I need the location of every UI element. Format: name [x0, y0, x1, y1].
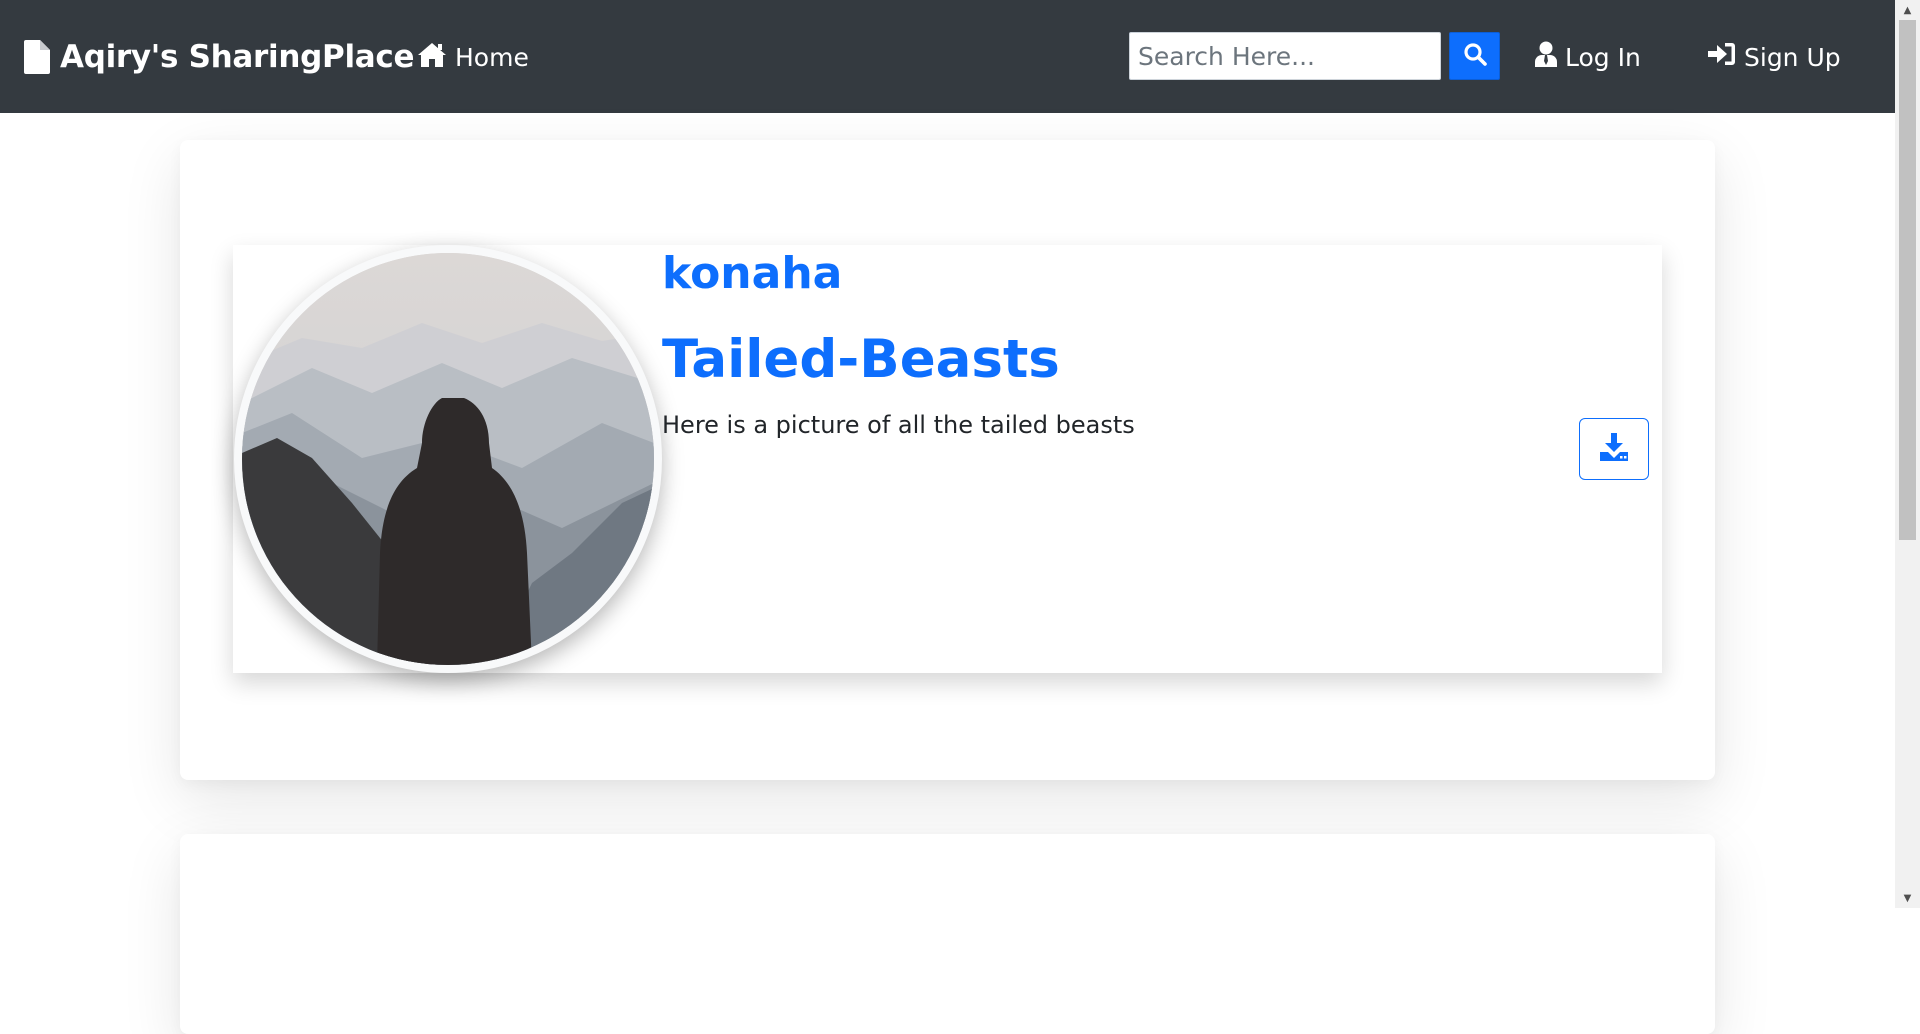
post-title[interactable]: Tailed-Beasts: [662, 325, 1060, 395]
scroll-up-arrow-icon[interactable]: ▲: [1895, 0, 1920, 20]
user-icon: [1535, 41, 1557, 73]
profile-avatar: [234, 245, 662, 673]
file-icon: [24, 40, 50, 74]
search-input[interactable]: [1129, 32, 1441, 80]
brand-link[interactable]: Aqiry's SharingPlace: [24, 34, 415, 80]
download-button[interactable]: [1579, 418, 1649, 480]
post-description: Here is a picture of all the tailed beas…: [662, 411, 1135, 439]
next-post-card: [180, 834, 1715, 1034]
post-username[interactable]: konaha: [662, 245, 842, 303]
scroll-thumb[interactable]: [1899, 20, 1916, 540]
home-label: Home: [455, 42, 529, 72]
search-icon: [1463, 42, 1487, 70]
sign-in-icon: [1708, 42, 1736, 72]
search-button[interactable]: [1449, 32, 1500, 80]
scroll-down-arrow-icon[interactable]: ▼: [1895, 888, 1920, 908]
signup-label: Sign Up: [1744, 42, 1841, 72]
home-icon: [417, 41, 447, 73]
download-icon: [1600, 433, 1628, 465]
navbar: Aqiry's SharingPlace Home Log In: [0, 0, 1895, 113]
login-label: Log In: [1565, 42, 1641, 72]
login-link[interactable]: Log In: [1535, 38, 1641, 76]
brand-text: Aqiry's SharingPlace: [60, 39, 415, 75]
nav-home-link[interactable]: Home: [417, 38, 529, 76]
page-scrollbar[interactable]: ▲ ▼: [1895, 0, 1920, 908]
signup-link[interactable]: Sign Up: [1708, 38, 1841, 76]
